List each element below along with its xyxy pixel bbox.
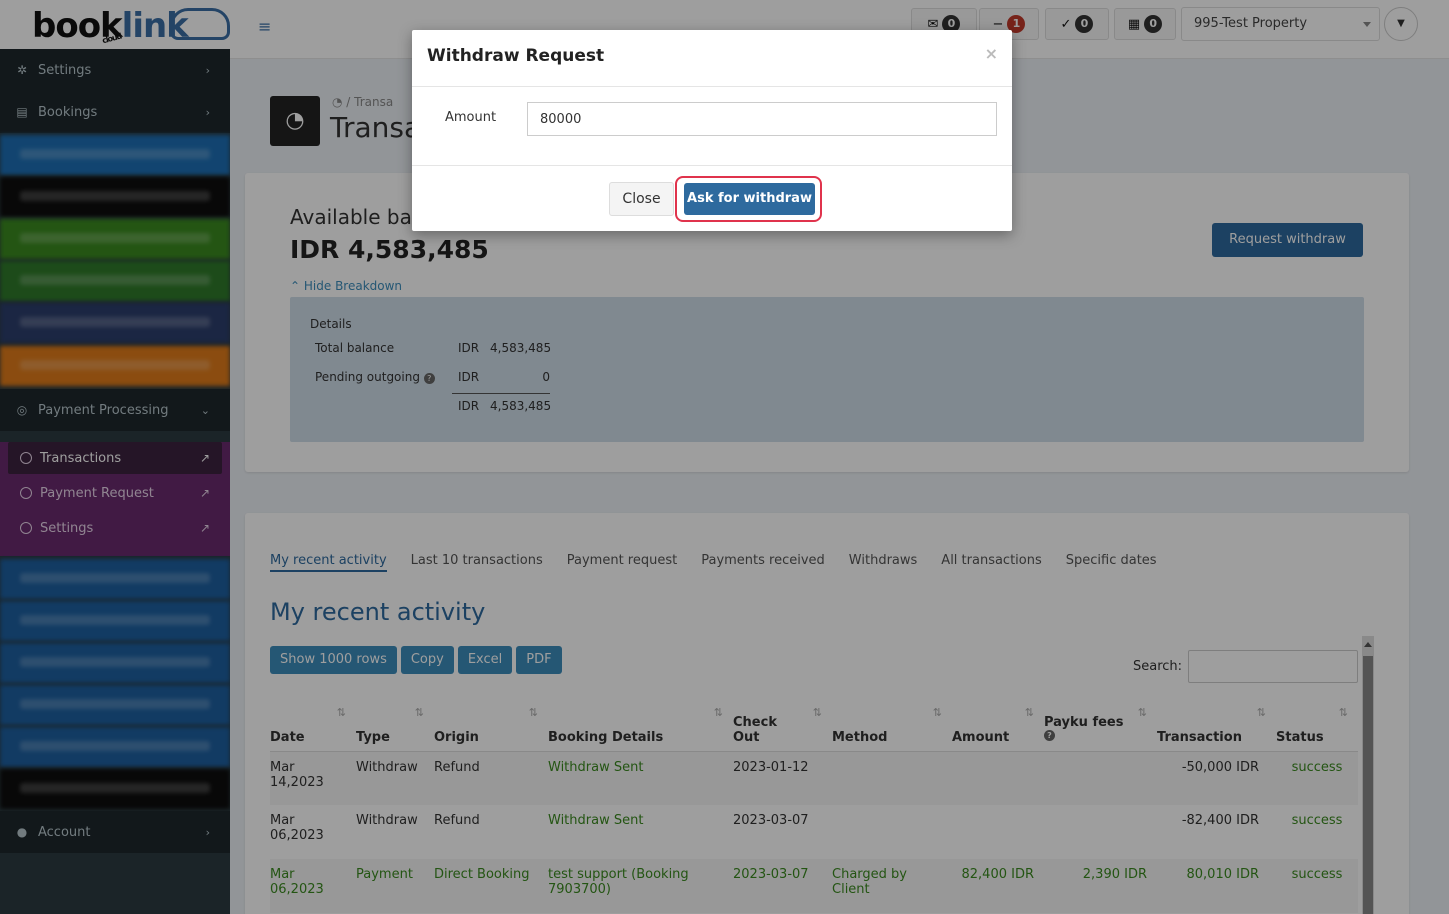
modal-title: Withdraw Request (427, 46, 605, 66)
ask-for-withdraw-highlight: Ask for withdraw (675, 176, 822, 222)
close-button[interactable]: Close (609, 182, 674, 216)
modal-footer-divider (412, 165, 1012, 166)
withdraw-request-modal: Withdraw Request × Amount Close Ask for … (412, 30, 1012, 231)
amount-label: Amount (445, 110, 497, 125)
amount-input[interactable] (527, 102, 997, 136)
page: booklink cloud ≡ ✉ 0 − 1 ✓ 0 ▦ 0 995-Tes… (0, 0, 1449, 914)
modal-header-divider (412, 86, 1012, 87)
ask-for-withdraw-button[interactable]: Ask for withdraw (684, 183, 815, 215)
close-icon[interactable]: × (985, 44, 998, 63)
